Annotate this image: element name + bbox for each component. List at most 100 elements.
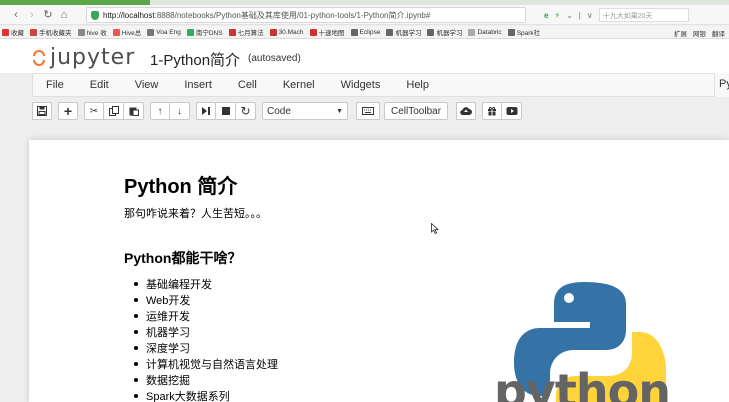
gift-icon[interactable] [482,102,503,120]
kernel-indicator[interactable]: Py [714,73,729,97]
save-icon[interactable] [32,102,52,120]
run-icon[interactable] [196,102,216,120]
bookmark-label: Voa Eng [156,28,181,36]
keyboard-icon[interactable] [356,102,380,120]
reload-icon[interactable]: ↻ [40,7,56,23]
bookmark-item[interactable]: 30.Mach [269,28,304,36]
list-item: 数据挖掘 [134,372,278,388]
divider: | [578,10,581,20]
cell-type-value: Code [267,105,291,117]
stop-icon[interactable] [216,102,236,120]
bookmark-label: 机器学习 [436,30,463,37]
bookmark-item[interactable]: 七月算法 [228,27,264,37]
url-dropdown-icon[interactable]: ∨ [587,11,593,20]
bookmarks-right-tools: 扩展 网银 翻译 [674,28,725,38]
toolbar-extension-item[interactable]: 翻译 [712,28,725,38]
bookmark-favicon-icon [427,28,435,36]
bookmark-favicon-icon [386,28,394,36]
bookmark-favicon-icon [77,28,85,36]
bookmark-favicon-icon [2,28,9,36]
back-icon[interactable]: ‹ [8,7,24,23]
forward-icon[interactable]: › [24,7,40,23]
menu-edit[interactable]: Edit [90,79,109,91]
cut-icon[interactable]: ✂ [84,102,104,120]
menu-help[interactable]: Help [406,79,429,91]
notebook-title[interactable]: 1-Python简介 [150,49,240,70]
jupyter-header: jupyter 1-Python简介 (autosaved) [0,39,729,73]
toolbar-extension-item[interactable]: 扩展 [674,28,687,38]
browser-search-box[interactable]: 十九大如果20天 [598,8,689,22]
bookmark-favicon-icon [228,28,236,36]
bookmark-label: Eclipse [359,28,381,36]
notebook-paragraph: 那句咋说来着？人生苦短。。。 [124,208,267,220]
toolbar-extension-item[interactable]: 网银 [693,28,706,38]
bookmark-favicon-icon [507,28,515,36]
bookmark-label: 南宁DNS [195,30,223,37]
bookmark-item[interactable]: hive 收 [77,27,107,37]
list-item: 计算机视觉与自然语言处理 [134,356,278,372]
feature-list: 基础编程开发 Web开发 运维开发 机器学习 深度学习 计算机视觉与自然语言处理… [134,276,278,402]
browser-address-bar: ‹ › ↻ ⌂ http://localhost:8888/notebooks/… [0,5,729,25]
bookmark-favicon-icon [350,28,358,36]
bookmark-label: 十速地图 [318,30,345,37]
bookmark-item[interactable]: Spark社 [507,27,540,37]
bookmark-favicon-icon [112,28,120,36]
list-item: Spark大数据系列 [134,388,278,402]
menu-view[interactable]: View [135,79,159,91]
bookmark-item[interactable]: Voa Eng [147,28,181,36]
cell-type-select[interactable]: Code ▼ [262,102,348,120]
menu-kernel[interactable]: Kernel [283,79,315,91]
chevron-down-icon: ▼ [336,107,343,115]
upload-cloud-icon[interactable] [456,102,477,120]
url-input[interactable]: http://localhost:8888/notebooks/Python基础… [86,7,526,23]
notebook-page: Python 简介 那句咋说来着？人生苦短。。。 Python都能干啥？ 基础编… [29,140,729,402]
bookmark-label: 机器学习 [395,30,422,37]
address-bar-actions: e ⚡ ⌄ | ∨ 十九大如果20天 [544,8,689,22]
bookmark-favicon-icon [468,28,476,36]
bookmark-item[interactable]: 十速地图 [309,27,345,37]
menu-file[interactable]: File [46,79,64,91]
notebook-heading-1: Python 简介 [124,176,238,198]
menu-insert[interactable]: Insert [184,79,212,91]
home-icon[interactable]: ⌂ [56,7,72,23]
bookmark-label: Databric [477,28,502,36]
bookmark-item[interactable]: Eclipse [350,28,381,36]
dropdown-icon[interactable]: ⌄ [566,11,573,20]
menubar: File Edit View Insert Cell Kernel Widget… [32,73,729,97]
bookmark-label: 七月算法 [237,30,264,37]
celltoolbar-button[interactable]: CellToolbar [384,102,449,120]
bookmark-item[interactable]: 机器学习 [427,27,462,37]
mouse-cursor-icon [431,223,439,234]
speed-mode-icon[interactable]: ⚡ [554,11,560,20]
copy-icon[interactable] [104,102,124,120]
compat-mode-icon[interactable]: e [544,11,548,20]
move-up-icon[interactable]: ↑ [150,102,170,120]
paste-icon[interactable] [124,102,144,120]
move-down-icon[interactable]: ↓ [170,102,190,120]
bookmark-item[interactable]: 机器学习 [386,27,421,37]
bookmark-favicon-icon [186,28,194,36]
bookmark-item[interactable]: 手机收藏夹 [30,27,72,37]
list-item: 运维开发 [134,308,278,324]
bookmarks-bar: 收藏 手机收藏夹 hive 收 Hive总 Voa Eng 南宁DNS 七月算法 30.Mac… [0,26,729,39]
notebook-toolbar: + ✂ ↑ ↓ ↻ Code ▼ CellToolbar [32,99,729,123]
menu-widgets[interactable]: Widgets [341,79,381,91]
jupyter-logo-icon [32,49,46,67]
secure-shield-icon [91,10,99,20]
list-item: Web开发 [134,292,278,308]
jupyter-logo[interactable]: jupyter [32,45,135,70]
bookmark-item[interactable]: Hive总 [112,27,141,37]
bookmark-favicon-icon [269,28,277,36]
bookmark-item[interactable]: Databric [468,28,502,36]
bookmark-label: 30.Mach [278,28,304,36]
restart-icon[interactable]: ↻ [236,102,256,120]
bookmark-item[interactable]: 收藏 [2,27,24,37]
bookmark-label: 手机收藏夹 [39,30,72,37]
menu-cell[interactable]: Cell [238,79,257,91]
bookmark-label: 收藏 [11,30,24,37]
youtube-icon[interactable] [502,102,523,120]
bookmark-item[interactable]: 南宁DNS [186,27,223,37]
url-path: :8888/notebooks/Python基础及其库使用/01-python-… [154,10,431,20]
bookmark-favicon-icon [30,28,37,36]
insert-cell-icon[interactable]: + [58,102,78,120]
